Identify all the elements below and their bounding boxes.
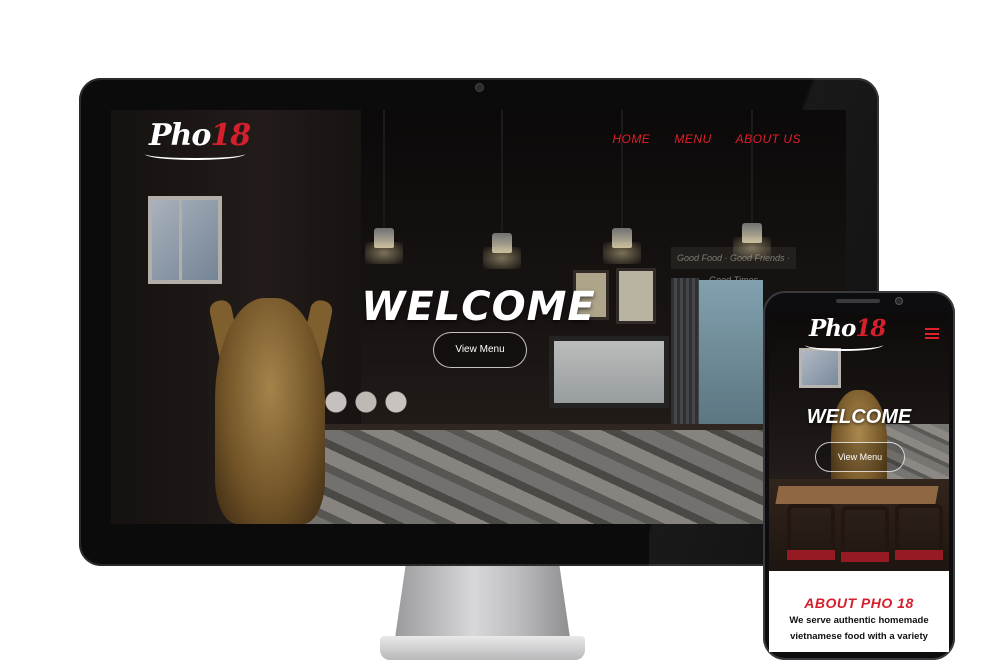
main-nav: HOME MENU ABOUT US — [612, 132, 801, 146]
about-text: We serve authentic homemade vietnamese f… — [789, 615, 929, 642]
site-logo[interactable]: Pho18 — [145, 118, 251, 160]
nav-menu-link[interactable]: MENU — [674, 132, 711, 146]
webcam-icon — [476, 84, 483, 91]
desktop-screen: Good Food · Good Friends · Good Times Ph… — [111, 110, 846, 524]
mobile-view-menu-button[interactable]: View Menu — [815, 442, 905, 472]
nav-about-link[interactable]: ABOUT US — [736, 132, 801, 146]
hero-title: WELCOME — [361, 284, 596, 330]
monitor-stand — [395, 566, 570, 638]
about-section: ABOUT PHO 18 We serve authentic homemade… — [769, 571, 949, 652]
view-menu-button[interactable]: View Menu — [433, 332, 527, 368]
hamburger-icon[interactable] — [925, 328, 939, 339]
monitor-stand-base — [380, 636, 585, 660]
mobile-site-logo[interactable]: Pho18 — [805, 315, 886, 351]
nav-home-link[interactable]: HOME — [612, 132, 650, 146]
mobile-logo-number: 18 — [855, 315, 886, 342]
phone-speaker — [836, 299, 880, 303]
about-title: ABOUT PHO 18 — [804, 595, 914, 611]
mobile-screen: Pho18 WELCOME View Menu ABOUT PHO 18 We … — [769, 314, 949, 652]
mobile-hero-title: WELCOME — [806, 406, 912, 428]
mobile-logo-word: Pho — [809, 315, 856, 342]
camera-icon — [896, 298, 902, 304]
